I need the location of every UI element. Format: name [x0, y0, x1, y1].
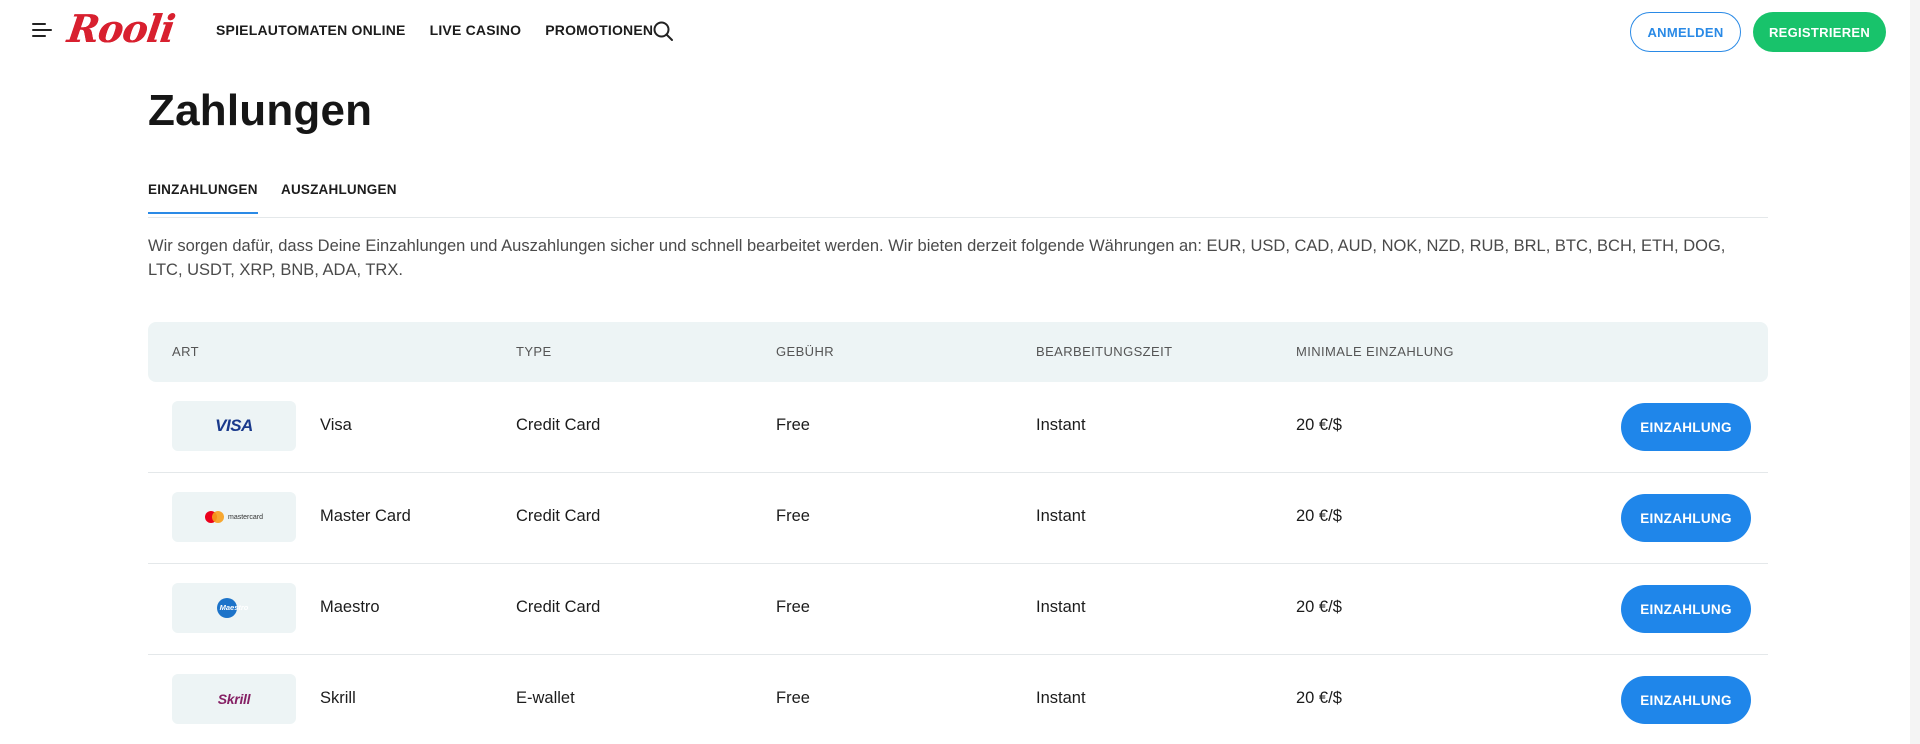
- nav-link-live-casino[interactable]: LIVE CASINO: [430, 22, 522, 38]
- method-name: Maestro: [320, 598, 380, 616]
- nav-link-promotions[interactable]: PROMOTIONEN: [545, 22, 653, 38]
- table-row: VISA Visa Credit Card Free Instant 20 €/…: [148, 382, 1768, 473]
- tab-withdrawals[interactable]: AUSZAHLUNGEN: [281, 182, 397, 197]
- skrill-logo: Skrill: [172, 674, 296, 724]
- register-button[interactable]: REGISTRIEREN: [1753, 12, 1886, 52]
- method-time: Instant: [1036, 507, 1086, 525]
- column-header-type: TYPE: [516, 344, 552, 359]
- login-button[interactable]: ANMELDEN: [1630, 12, 1741, 52]
- method-type: Credit Card: [516, 598, 601, 616]
- method-name: Visa: [320, 416, 352, 434]
- visa-logo: VISA: [172, 401, 296, 451]
- method-min: 20 €/$: [1296, 507, 1342, 525]
- method-name: Master Card: [320, 507, 411, 525]
- method-fee: Free: [776, 507, 810, 525]
- nav-link-slots[interactable]: SPIELAUTOMATEN ONLINE: [216, 22, 406, 38]
- deposit-button[interactable]: EINZAHLUNG: [1621, 585, 1751, 633]
- column-header-art: ART: [172, 344, 199, 359]
- deposit-button[interactable]: EINZAHLUNG: [1621, 494, 1751, 542]
- maestro-logo: Maestro: [172, 583, 296, 633]
- column-header-fee: GEBÜHR: [776, 344, 835, 359]
- main-nav: SPIELAUTOMATEN ONLINE LIVE CASINO PROMOT…: [216, 22, 653, 38]
- method-min: 20 €/$: [1296, 689, 1342, 707]
- deposit-button[interactable]: EINZAHLUNG: [1621, 676, 1751, 724]
- page-scrollbar[interactable]: [1910, 0, 1920, 744]
- method-time: Instant: [1036, 689, 1086, 707]
- column-header-min-deposit: MINIMALE EINZAHLUNG: [1296, 344, 1454, 359]
- mastercard-logo-text: mastercard: [227, 513, 263, 521]
- page-title: Zahlungen: [148, 86, 373, 135]
- visa-logo-text: VISA: [215, 416, 253, 435]
- method-time: Instant: [1036, 416, 1086, 434]
- site-header: Rooli SPIELAUTOMATEN ONLINE LIVE CASINO …: [0, 0, 1920, 62]
- method-time: Instant: [1036, 598, 1086, 616]
- method-fee: Free: [776, 598, 810, 616]
- method-type: Credit Card: [516, 507, 601, 525]
- method-fee: Free: [776, 416, 810, 434]
- method-type: Credit Card: [516, 416, 601, 434]
- mastercard-circles-icon: [204, 511, 225, 523]
- intro-text: Wir sorgen dafür, dass Deine Einzahlunge…: [148, 237, 1726, 279]
- brand-logo[interactable]: Rooli: [65, 6, 177, 51]
- hamburger-menu-icon[interactable]: [32, 22, 52, 38]
- method-name: Skrill: [320, 689, 356, 707]
- method-fee: Free: [776, 689, 810, 707]
- column-header-processing-time: BEARBEITUNGSZEIT: [1036, 344, 1173, 359]
- table-row: Skrill Skrill E-wallet Free Instant 20 €…: [148, 655, 1768, 744]
- table-row: Maestro Maestro Credit Card Free Instant…: [148, 564, 1768, 655]
- tab-deposits[interactable]: EINZAHLUNGEN: [148, 182, 258, 214]
- method-min: 20 €/$: [1296, 598, 1342, 616]
- method-type: E-wallet: [516, 689, 575, 707]
- table-row: mastercard Master Card Credit Card Free …: [148, 473, 1768, 564]
- skrill-logo-text: Skrill: [217, 691, 251, 707]
- mastercard-logo: mastercard: [172, 492, 296, 542]
- table-header: ART TYPE GEBÜHR BEARBEITUNGSZEIT MINIMAL…: [148, 322, 1768, 382]
- maestro-logo-text: Maestro: [219, 603, 249, 612]
- payment-tabs: EINZAHLUNGEN AUSZAHLUNGEN: [148, 178, 1768, 218]
- search-icon[interactable]: [652, 20, 674, 42]
- deposit-button[interactable]: EINZAHLUNG: [1621, 403, 1751, 451]
- method-min: 20 €/$: [1296, 416, 1342, 434]
